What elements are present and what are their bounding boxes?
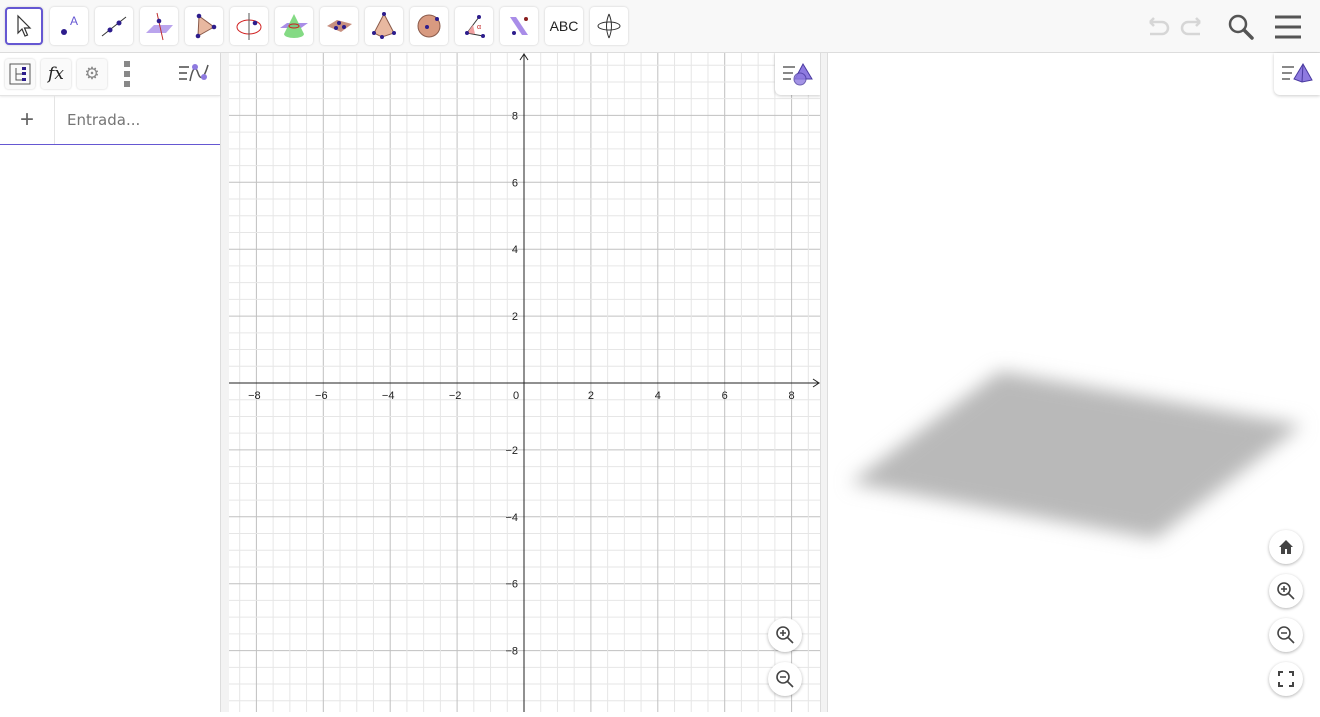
pyramid-tool-button[interactable] xyxy=(365,7,403,45)
redo-button[interactable] xyxy=(1176,10,1210,44)
menu-button[interactable] xyxy=(1271,10,1305,44)
xy-plane xyxy=(850,371,1302,539)
fullscreen-button[interactable] xyxy=(1269,662,1303,696)
y-tick-label: 8 xyxy=(512,110,518,122)
settings-button[interactable]: ⚙ xyxy=(77,59,107,89)
cursor-arrow-icon xyxy=(17,14,32,37)
panel-divider[interactable] xyxy=(221,53,229,712)
graphics-view[interactable]: −8 −6 −4 −2 0 2 4 6 8 8 6 4 2 −2 −4 −6 −8 xyxy=(229,53,820,712)
3d-style-bar-button[interactable] xyxy=(1274,53,1320,95)
gear-icon: ⚙ xyxy=(84,64,100,83)
point-tool-button[interactable]: A xyxy=(50,7,88,45)
y-tick-label: −4 xyxy=(505,512,518,524)
intersect-surfaces-tool-button[interactable] xyxy=(275,7,313,45)
y-tick-label: −8 xyxy=(505,646,518,658)
x-tick-label: −8 xyxy=(248,390,261,402)
y-tick-label: −6 xyxy=(505,579,518,591)
x-tick-label: 6 xyxy=(722,390,728,402)
home-icon xyxy=(1279,540,1293,554)
zoom-in-button[interactable] xyxy=(768,618,802,652)
text-tool-label: ABC xyxy=(549,18,579,34)
3d-zoom-in-button[interactable] xyxy=(1269,574,1303,608)
algebra-input[interactable] xyxy=(67,111,212,129)
undo-icon xyxy=(1149,17,1170,36)
perpendicular-line-tool-button[interactable] xyxy=(140,7,178,45)
search-icon xyxy=(1228,14,1254,40)
sphere-icon xyxy=(417,14,441,38)
redo-icon xyxy=(1180,17,1201,36)
zoom-out-icon xyxy=(1277,626,1295,644)
move-tool-button[interactable] xyxy=(5,7,43,45)
toolbar: A α ABC xyxy=(0,0,1320,53)
circle-axis-tool-button[interactable] xyxy=(230,7,268,45)
angle-tool-button[interactable]: α xyxy=(455,7,493,45)
sort-button[interactable] xyxy=(5,59,35,89)
function-style-icon xyxy=(179,64,209,82)
zoom-in-icon xyxy=(776,626,794,644)
pyramid-style-icon xyxy=(1282,63,1313,83)
circle-axis-icon xyxy=(236,13,262,40)
rotate-view-tool-button[interactable] xyxy=(590,7,628,45)
plane-three-points-tool-button[interactable] xyxy=(320,7,358,45)
fx-button[interactable]: fx xyxy=(41,59,71,89)
3d-graphics-view[interactable] xyxy=(828,53,1320,712)
y-tick-label: 2 xyxy=(512,311,518,323)
3d-zoom-out-button[interactable] xyxy=(1269,618,1303,652)
svg-text:α: α xyxy=(477,24,481,31)
x-tick-label: 2 xyxy=(588,390,594,402)
pyramid-icon xyxy=(372,12,396,39)
x-tick-label: −4 xyxy=(382,390,395,402)
algebra-style-button[interactable] xyxy=(178,61,212,92)
style-bar-icon xyxy=(783,62,813,86)
zoom-in-icon xyxy=(1277,582,1295,600)
x-tick-label: −2 xyxy=(449,390,462,402)
tree-icon xyxy=(9,63,31,85)
home-view-button[interactable] xyxy=(1269,530,1303,564)
triangle-icon xyxy=(195,13,217,39)
x-tick-label: 0 xyxy=(513,390,519,402)
reflect-plane-icon xyxy=(510,17,528,35)
fx-label: fx xyxy=(48,64,64,84)
angle-icon: α xyxy=(465,15,485,38)
x-tick-label: 8 xyxy=(789,390,795,402)
y-tick-label: 4 xyxy=(512,244,518,256)
svg-text:A: A xyxy=(70,14,78,28)
line-tool-button[interactable] xyxy=(95,7,133,45)
zoom-out-icon xyxy=(776,670,794,688)
coordinate-grid: −8 −6 −4 −2 0 2 4 6 8 8 6 4 2 −2 −4 −6 −8 xyxy=(229,53,820,712)
polygon-tool-button[interactable] xyxy=(185,7,223,45)
x-tick-label: 4 xyxy=(655,390,661,402)
y-tick-label: −2 xyxy=(505,445,518,457)
plane-shape xyxy=(850,371,1302,539)
add-button[interactable]: + xyxy=(0,96,55,144)
point-icon: A xyxy=(61,14,78,35)
text-tool-button[interactable]: ABC xyxy=(545,7,583,45)
algebra-header: fx ⚙ xyxy=(0,53,220,96)
plus-icon: + xyxy=(19,106,34,133)
input-row: + xyxy=(0,96,220,145)
zoom-out-button[interactable] xyxy=(768,662,802,696)
sphere-tool-button[interactable] xyxy=(410,7,448,45)
cone-icon xyxy=(280,14,308,38)
algebra-view: fx ⚙ + xyxy=(0,53,221,712)
undo-button[interactable] xyxy=(1140,10,1174,44)
rotate-3d-icon xyxy=(597,13,621,39)
plane-points-icon xyxy=(327,20,352,32)
fullscreen-icon xyxy=(1278,671,1294,687)
more-options-icon[interactable] xyxy=(124,61,130,87)
x-tick-label: −6 xyxy=(315,390,328,402)
y-tick-label: 6 xyxy=(512,177,518,189)
reflect-plane-tool-button[interactable] xyxy=(500,7,538,45)
search-button[interactable] xyxy=(1224,10,1258,44)
line-icon xyxy=(101,16,127,37)
menu-icon xyxy=(1275,15,1301,39)
perpendicular-plane-icon xyxy=(146,12,173,41)
panel-divider[interactable] xyxy=(820,53,828,712)
graphics-style-bar-button[interactable] xyxy=(775,53,820,95)
